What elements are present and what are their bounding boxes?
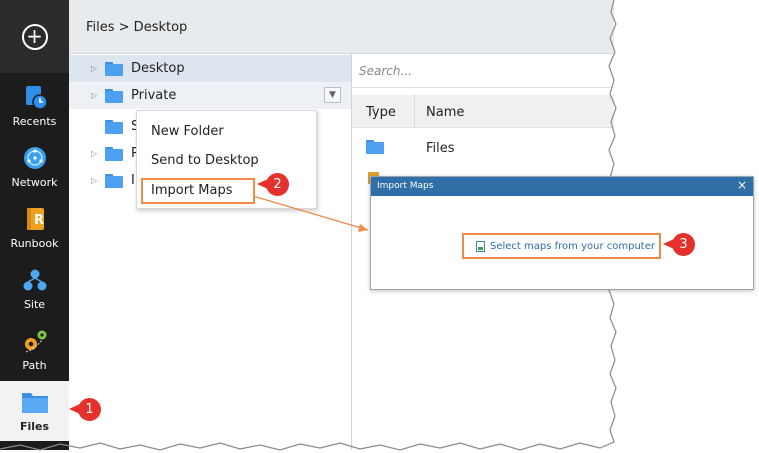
breadcrumb: Files > Desktop <box>86 20 188 35</box>
nav-item-recents[interactable]: Recents <box>0 80 69 140</box>
tree-item-label: Desktop <box>131 61 185 76</box>
top-bar: Files > Desktop <box>69 0 614 54</box>
tree-item-private[interactable]: ▷ Private ▼ <box>69 82 351 109</box>
folder-icon <box>366 140 384 154</box>
tree-item-label: Private <box>131 88 177 103</box>
svg-text:R: R <box>34 213 44 228</box>
nav-item-network[interactable]: Network <box>0 141 69 201</box>
expand-arrow-icon[interactable]: ▷ <box>91 91 101 100</box>
tree-item-label: I <box>131 173 135 188</box>
column-header-name[interactable]: Name <box>426 105 464 120</box>
select-maps-link[interactable]: Select maps from your computer <box>462 233 661 259</box>
path-icon <box>20 326 50 356</box>
expand-arrow-icon[interactable]: ▷ <box>91 149 101 158</box>
left-nav: + Recents Network R Runbook Site Path Fi… <box>0 0 69 450</box>
nav-label: Files <box>19 420 50 433</box>
nav-item-files[interactable]: Files <box>0 381 69 441</box>
list-header: Type Name <box>352 95 614 128</box>
import-maps-dialog: Import Maps × Select maps from your comp… <box>370 176 754 290</box>
folder-icon <box>105 173 123 188</box>
nav-label: Recents <box>12 115 57 128</box>
files-icon <box>20 387 50 417</box>
folder-icon <box>105 61 123 76</box>
close-icon[interactable]: × <box>737 178 747 192</box>
nav-label: Network <box>11 176 58 189</box>
expand-arrow-icon[interactable]: ▷ <box>91 176 101 185</box>
folder-icon <box>105 88 123 103</box>
column-header-type[interactable]: Type <box>366 105 396 120</box>
search-placeholder: Search... <box>359 64 412 78</box>
menu-item-send-to-desktop[interactable]: Send to Desktop <box>151 153 259 168</box>
nav-item-path[interactable]: Path <box>0 324 69 384</box>
menu-item-new-folder[interactable]: New Folder <box>151 124 224 139</box>
folder-icon <box>105 146 123 161</box>
runbook-icon: R <box>20 204 50 234</box>
list-item[interactable]: Files <box>352 130 614 163</box>
callout-badge: 2 <box>257 173 289 196</box>
column-divider[interactable] <box>414 95 415 128</box>
expand-arrow-icon[interactable]: ▷ <box>91 64 101 73</box>
nav-label: Path <box>22 359 47 372</box>
folder-icon <box>105 119 123 134</box>
search-input[interactable]: Search... <box>352 54 614 88</box>
plus-circle-icon: + <box>21 23 48 50</box>
dialog-title: Import Maps <box>377 181 434 191</box>
select-maps-label: Select maps from your computer <box>490 240 655 252</box>
nav-item-site[interactable]: Site <box>0 263 69 323</box>
site-icon <box>20 265 50 295</box>
dialog-title-bar: Import Maps × <box>371 177 753 196</box>
nav-label: Runbook <box>10 237 59 250</box>
context-menu: New Folder Send to Desktop Import Maps <box>136 110 317 209</box>
upload-file-icon <box>476 240 485 252</box>
recents-icon <box>20 82 50 112</box>
highlight-box <box>141 178 255 204</box>
chevron-down-icon[interactable]: ▼ <box>324 87 341 103</box>
tree-item-desktop[interactable]: ▷ Desktop <box>69 55 351 82</box>
list-item-name: Files <box>426 141 455 156</box>
add-button[interactable]: + <box>0 0 69 73</box>
nav-label: Site <box>23 298 46 311</box>
callout-badge: 3 <box>663 233 695 256</box>
callout-badge: 1 <box>69 398 101 421</box>
screenshot-stage: + Recents Network R Runbook Site Path Fi… <box>0 0 759 453</box>
network-icon <box>20 143 50 173</box>
nav-item-runbook[interactable]: R Runbook <box>0 202 69 262</box>
